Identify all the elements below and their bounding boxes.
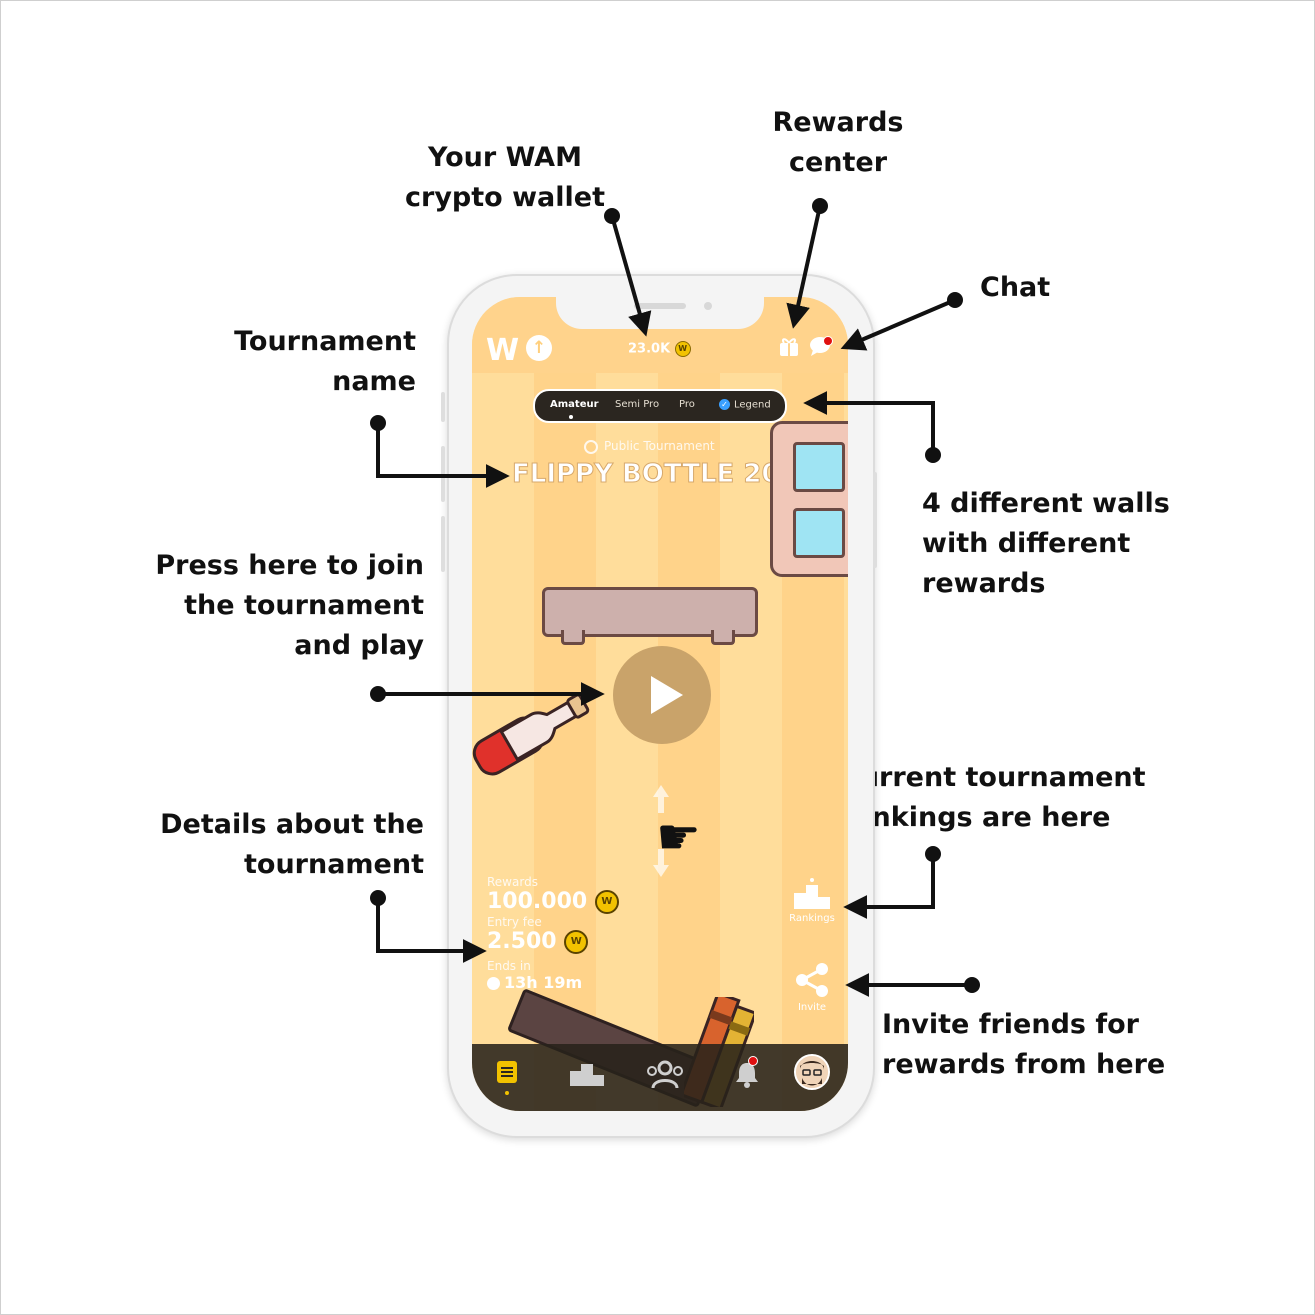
tournament-type: Public Tournament [584, 439, 715, 454]
annotation-line: rewards from here [882, 1049, 1166, 1080]
play-button[interactable] [613, 646, 711, 744]
annotation-line: the tournament [184, 590, 424, 621]
annotation-line: tournament [243, 849, 424, 880]
annotation-line: Invite friends for [882, 1009, 1140, 1040]
window-pane [793, 442, 845, 492]
clock-icon [487, 977, 500, 990]
annotation-wallet: Your WAM crypto wallet [400, 138, 610, 218]
phone-power-button [873, 472, 877, 568]
podium-icon [794, 878, 830, 909]
wam-coin-icon: W [564, 930, 589, 954]
share-icon [796, 963, 828, 997]
annotation-line: rankings are here [840, 802, 1111, 833]
annotation-line: Current tournament [840, 762, 1146, 793]
globe-icon [584, 439, 598, 454]
rankings-label: Rankings [789, 913, 835, 924]
annotation-details: Details about the tournament [150, 805, 424, 885]
rewards-value: 100.000 [487, 889, 588, 914]
annotation-line: Tournament [234, 326, 416, 357]
window-pane [793, 508, 845, 558]
annotation-line: Chat [980, 272, 1051, 303]
annotation-line: name [332, 366, 416, 397]
annotation-join: Press here to join the tournament and pl… [140, 546, 424, 666]
ends-in: 13h 19m [487, 973, 619, 992]
entry-fee-value: 2.500 [487, 929, 557, 954]
annotation-invite: Invite friends for rewards from here [882, 1005, 1165, 1085]
phone-volume-up [441, 446, 445, 502]
entry-fee-label: Entry fee [487, 915, 542, 929]
tournament-type-label: Public Tournament [604, 439, 715, 453]
tab-amateur[interactable]: Amateur [550, 399, 599, 410]
rankings-button[interactable]: Rankings [788, 877, 836, 924]
phone-volume-down [441, 516, 445, 572]
annotation-rankings: Current tournament rankings are here [840, 758, 1146, 838]
annotation-tournament-name: Tournament name [216, 322, 416, 402]
phone-side-button [441, 392, 445, 422]
camera [704, 302, 712, 310]
wall-window-decoration [770, 421, 848, 577]
chat-notification-dot [823, 336, 833, 346]
ends-in-label: Ends in [487, 959, 531, 973]
annotation-line: with different [922, 528, 1131, 559]
annotation-line: Press here to join [155, 550, 424, 581]
upgrade-arrow-icon[interactable]: ↑ [526, 335, 552, 361]
rewards-amount: 100.000 W [487, 889, 619, 915]
invite-label: Invite [797, 1002, 827, 1013]
annotation-line: crypto wallet [405, 182, 605, 213]
annotation-line: rewards [922, 568, 1046, 599]
league-tabs: Amateur Semi Pro Pro ✓ Legend [533, 389, 787, 423]
rewards-label: Rewards [487, 875, 538, 889]
shelf-leg [561, 630, 585, 645]
nav-home-icon[interactable] [496, 1060, 518, 1084]
annotation-line: center [788, 147, 888, 178]
wallet-balance-value: 23.0K [628, 341, 671, 357]
wam-coin-icon: W [594, 890, 619, 914]
profile-avatar[interactable] [794, 1054, 830, 1090]
avatar-face-icon [796, 1056, 828, 1088]
annotation-rewards-center: Rewards center [760, 103, 916, 183]
invite-button[interactable]: Invite [788, 962, 836, 1013]
game-screen: W ↑ 23.0K W Amateur Semi Pro Pro ✓ Legend… [472, 297, 848, 1111]
speaker [634, 303, 686, 309]
annotation-line: Your WAM [428, 142, 582, 173]
tournament-details: Rewards 100.000 W Entry fee 2.500 W Ends… [487, 875, 619, 992]
wallet-balance[interactable]: 23.0K W [628, 341, 691, 357]
pointing-hand-icon: ☛ [656, 808, 701, 866]
annotation-line: Rewards [772, 107, 904, 138]
annotation-line: 4 different walls [922, 488, 1170, 519]
annotation-line: and play [294, 630, 424, 661]
annotation-chat: Chat [980, 268, 1050, 308]
play-icon [651, 676, 683, 714]
shelf-leg [711, 630, 735, 645]
nav-active-indicator [505, 1091, 509, 1095]
notification-dot [748, 1056, 758, 1066]
verified-icon: ✓ [719, 399, 730, 410]
tab-legend-label: Legend [734, 399, 771, 411]
entry-fee-amount: 2.500 W [487, 929, 619, 955]
shelf-target [542, 587, 758, 645]
tab-pro[interactable]: Pro [679, 399, 695, 410]
annotation-line: Details about the [160, 809, 424, 840]
bottom-nav [472, 1044, 848, 1111]
active-tab-indicator [569, 415, 573, 419]
wam-coin-icon: W [674, 341, 691, 357]
tab-semi-pro[interactable]: Semi Pro [615, 399, 659, 410]
ends-in-value: 13h 19m [504, 973, 583, 992]
phone-notch [556, 297, 764, 329]
nav-leaderboard-icon[interactable] [570, 1060, 604, 1086]
gift-icon[interactable] [778, 335, 800, 357]
tab-legend[interactable]: ✓ Legend [719, 399, 771, 411]
annotation-walls: 4 different walls with different rewards [922, 484, 1170, 604]
wam-logo[interactable]: W [486, 333, 519, 368]
nav-friends-icon[interactable] [642, 1060, 688, 1088]
bottle-illustration [472, 693, 590, 776]
